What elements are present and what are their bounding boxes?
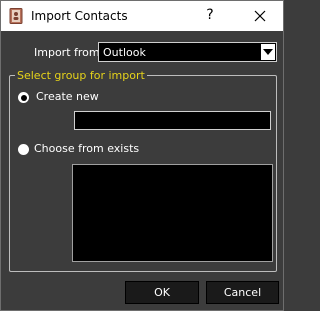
dropdown-button[interactable]	[261, 44, 275, 60]
group-box-title: Select group for import	[15, 69, 147, 82]
help-button[interactable]: ?	[202, 7, 218, 23]
import-from-label: Import from:	[34, 46, 104, 59]
create-new-label[interactable]: Create new	[36, 90, 99, 103]
import-source-value: Outlook	[103, 46, 146, 59]
ok-button[interactable]: OK	[125, 281, 199, 304]
chevron-down-icon	[263, 49, 273, 55]
create-new-radio[interactable]	[18, 92, 29, 103]
close-icon	[254, 10, 266, 22]
choose-existing-label[interactable]: Choose from exists	[34, 142, 139, 155]
close-button[interactable]	[250, 6, 270, 26]
cancel-button[interactable]: Cancel	[206, 281, 279, 304]
import-source-select[interactable]: Outlook	[98, 42, 277, 62]
window-title: Import Contacts	[31, 9, 128, 23]
title-bar: Import Contacts ?	[1, 1, 283, 31]
address-book-icon	[9, 8, 23, 24]
new-group-name-input[interactable]	[74, 111, 271, 130]
existing-groups-list[interactable]	[72, 164, 273, 262]
import-contacts-dialog: Import Contacts ? Import from: Outlook S…	[0, 0, 284, 311]
choose-existing-radio[interactable]	[18, 144, 29, 155]
